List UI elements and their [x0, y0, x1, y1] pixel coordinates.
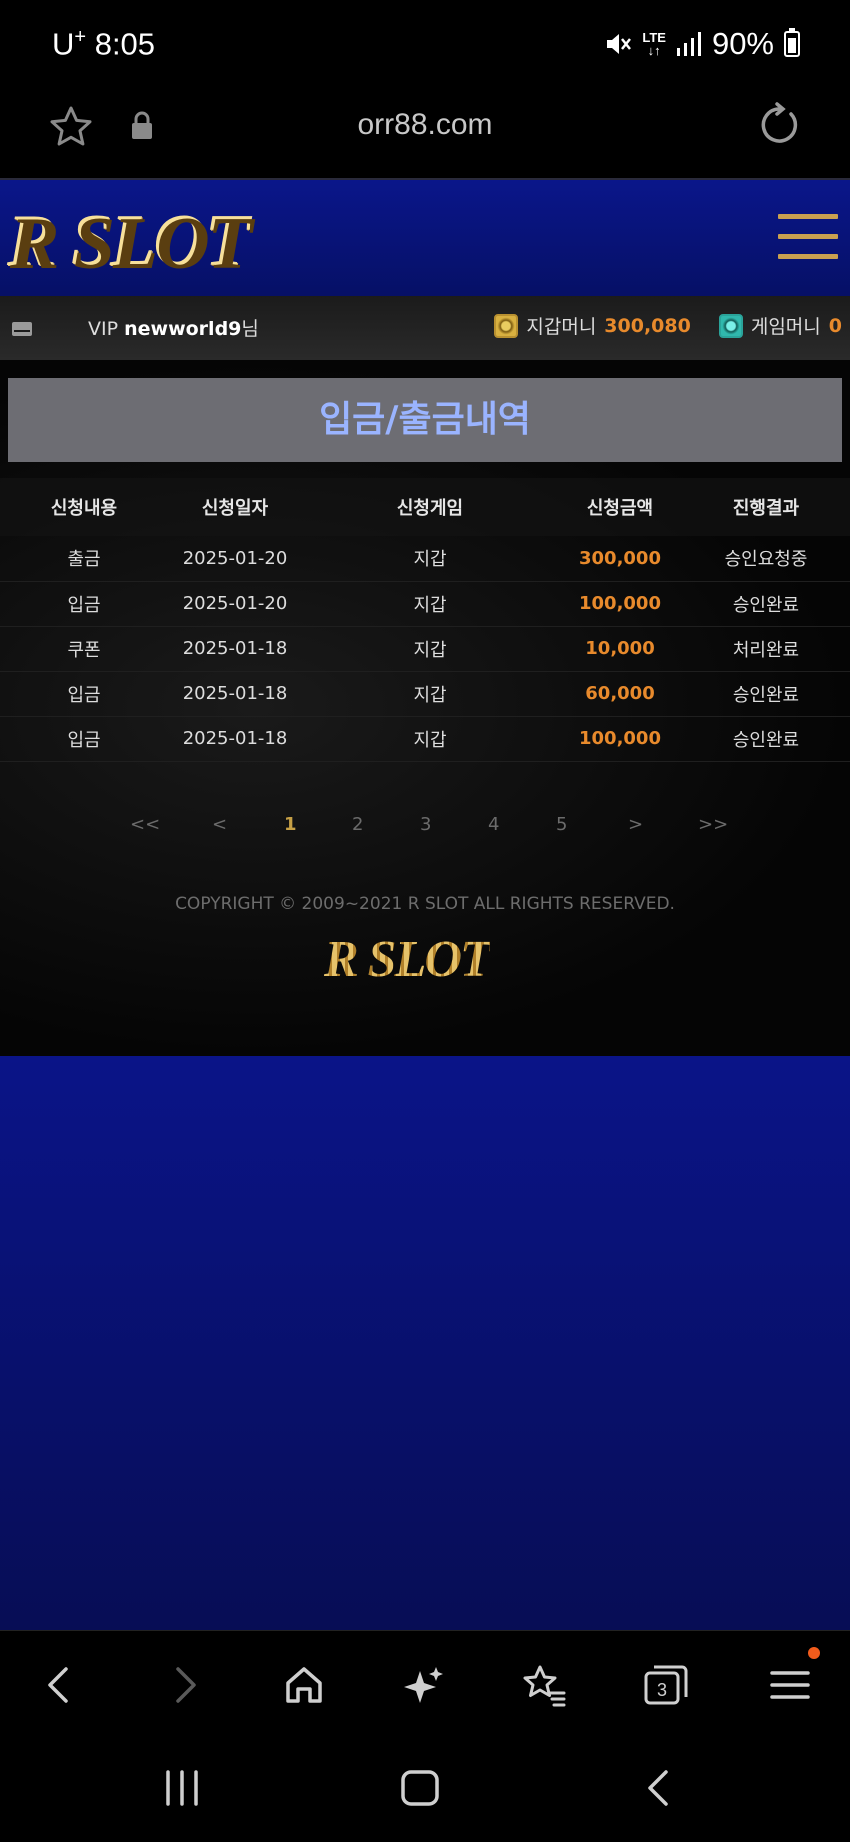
row-date: 2025-01-18	[168, 671, 302, 717]
page-last[interactable]: >>	[698, 814, 728, 835]
bookmarks-icon[interactable]	[520, 1661, 568, 1709]
home-icon[interactable]	[280, 1661, 328, 1709]
row-game: 지갑	[302, 626, 558, 672]
sparkle-icon[interactable]	[400, 1661, 448, 1709]
page-5[interactable]: 5	[556, 814, 567, 835]
wallet-value: 300,080	[604, 314, 691, 337]
battery-percent: 90%	[711, 26, 774, 61]
menu-icon[interactable]	[778, 214, 838, 260]
row-game: 지갑	[302, 536, 558, 582]
row-status: 처리완료	[682, 626, 850, 672]
page-next[interactable]: >	[628, 814, 643, 835]
row-type: 입금	[0, 716, 168, 762]
forward-icon[interactable]	[160, 1661, 208, 1709]
game-money-value: 0	[828, 314, 842, 337]
game-money-icon	[718, 313, 743, 338]
page-4[interactable]: 4	[488, 814, 499, 835]
battery-icon	[784, 28, 800, 57]
row-date: 2025-01-20	[168, 536, 302, 582]
mail-icon[interactable]	[12, 322, 32, 336]
main-content: 입금/출금내역 신청내용 신청일자 신청게임 신청금액 진행결과 출금 2025…	[0, 360, 850, 1056]
carrier: U	[52, 26, 75, 62]
column-header: 신청일자	[168, 478, 302, 536]
row-amount: 100,000	[558, 716, 682, 762]
footer-logo: R SLOT	[324, 931, 492, 988]
row-amount: 10,000	[558, 626, 682, 672]
browser-toolbar: 3	[0, 1630, 850, 1740]
page-prev[interactable]: <	[212, 814, 227, 835]
row-amount: 300,000	[558, 536, 682, 582]
user-suffix: 님	[241, 318, 259, 340]
table-header: 신청내용 신청일자 신청게임 신청금액 진행결과	[0, 478, 850, 536]
page-first[interactable]: <<	[130, 814, 160, 835]
carrier-sup: +	[74, 26, 87, 48]
row-game: 지갑	[302, 581, 558, 627]
row-status: 승인완료	[682, 581, 850, 627]
row-type: 쿠폰	[0, 626, 168, 672]
row-date: 2025-01-20	[168, 581, 302, 627]
tabs-icon[interactable]: 3	[642, 1661, 690, 1709]
page-title: 입금/출금내역	[8, 378, 842, 462]
row-type: 입금	[0, 671, 168, 717]
row-type: 출금	[0, 536, 168, 582]
home-square-icon[interactable]	[400, 1768, 440, 1808]
user-level: VIP	[88, 318, 125, 340]
status-bar: U+ 8:05 LTE ↓↑ 90%	[0, 0, 850, 88]
copyright-text: COPYRIGHT © 2009~2021 R SLOT ALL RIGHTS …	[175, 894, 675, 914]
system-back-icon[interactable]	[640, 1768, 680, 1808]
username: newworld9	[124, 318, 242, 340]
column-header: 신청내용	[0, 478, 168, 536]
table-row: 입금 2025-01-18 지갑 100,000 승인완료	[0, 716, 850, 762]
reload-icon[interactable]	[756, 102, 802, 148]
mute-icon	[607, 34, 632, 54]
clock: 8:05	[94, 26, 156, 62]
column-header: 신청게임	[302, 478, 558, 536]
tab-count: 3	[657, 1680, 667, 1700]
row-status: 승인완료	[682, 671, 850, 717]
status-right: LTE ↓↑ 90%	[604, 26, 800, 62]
page-3[interactable]: 3	[420, 814, 431, 835]
table-row: 입금 2025-01-20 지갑 100,000 승인완료	[0, 581, 850, 627]
table-row: 입금 2025-01-18 지갑 60,000 승인완료	[0, 671, 850, 717]
pagination: << < 1 2 3 4 5 > >>	[0, 814, 850, 854]
lte-icon: LTE ↓↑	[642, 30, 666, 58]
url-text[interactable]: orr88.com	[0, 108, 850, 142]
row-amount: 60,000	[558, 671, 682, 717]
wallet-label: 지갑머니	[526, 316, 597, 338]
user-info-bar: VIP newworld9님 지갑머니 300,080 게임머니 0	[0, 296, 850, 360]
page-1[interactable]: 1	[284, 814, 297, 835]
wallet-icon	[494, 313, 519, 338]
system-nav-bar	[0, 1740, 850, 1842]
game-money-label: 게임머니	[750, 316, 821, 338]
row-type: 입금	[0, 581, 168, 627]
row-status: 승인완료	[682, 716, 850, 762]
site-logo[interactable]: R SLOT	[8, 200, 251, 285]
recents-icon[interactable]	[162, 1768, 202, 1808]
page-background	[0, 1056, 850, 1630]
page-2[interactable]: 2	[352, 814, 363, 835]
back-icon[interactable]	[36, 1661, 84, 1709]
column-header: 진행결과	[682, 478, 850, 536]
user-greeting: VIP newworld9님	[88, 314, 259, 341]
browser-url-bar: orr88.com	[0, 88, 850, 178]
signal-icon	[676, 32, 701, 56]
notification-badge	[808, 1647, 820, 1659]
history-table: 신청내용 신청일자 신청게임 신청금액 진행결과 출금 2025-01-20 지…	[0, 478, 850, 762]
row-amount: 100,000	[558, 581, 682, 627]
site-header: R SLOT	[0, 178, 850, 296]
row-game: 지갑	[302, 671, 558, 717]
table-row: 출금 2025-01-20 지갑 300,000 승인요청중	[0, 536, 850, 582]
table-row: 쿠폰 2025-01-18 지갑 10,000 처리완료	[0, 626, 850, 672]
row-game: 지갑	[302, 716, 558, 762]
row-date: 2025-01-18	[168, 626, 302, 672]
money-display: 지갑머니 300,080 게임머니 0	[494, 312, 842, 339]
row-date: 2025-01-18	[168, 716, 302, 762]
status-left: U+ 8:05	[52, 26, 155, 62]
column-header: 신청금액	[558, 478, 682, 536]
row-status: 승인요청중	[682, 536, 850, 582]
browser-menu-icon[interactable]	[766, 1661, 814, 1709]
